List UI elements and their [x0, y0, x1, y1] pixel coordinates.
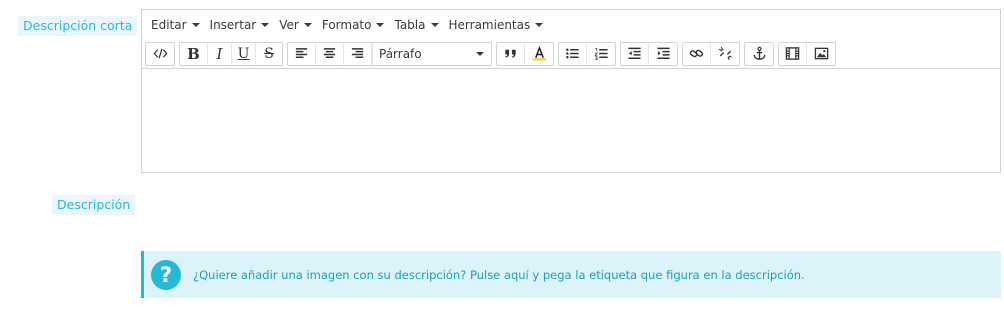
menu-herramientas[interactable]: Herramientas: [444, 14, 549, 36]
outdent-icon: [628, 47, 641, 59]
code-icon: [153, 48, 167, 59]
indent-group: [620, 41, 678, 66]
quote-icon: [505, 49, 516, 58]
italic-button[interactable]: I: [208, 42, 232, 65]
caret-down-icon: [476, 51, 484, 56]
unlink-icon: [718, 46, 732, 61]
image-icon: [814, 47, 828, 60]
align-right-button[interactable]: [344, 42, 372, 65]
short-description-editor: Editar Insertar Ver Formato Tabla Herram…: [141, 9, 1001, 173]
short-description-label: Descripción corta: [18, 16, 138, 36]
code-group: [145, 41, 175, 66]
add-image-link[interactable]: ¿Quiere añadir una imagen con su descrip…: [193, 268, 529, 282]
text-color-icon: [532, 46, 546, 61]
align-left-button[interactable]: [288, 42, 316, 65]
caret-down-icon: [191, 22, 200, 27]
menu-label: Insertar: [209, 17, 257, 32]
alert-rest-text: y pega la etiqueta que figura en la desc…: [528, 267, 805, 282]
text-color-button[interactable]: [525, 43, 553, 65]
menu-formato[interactable]: Formato: [317, 14, 390, 36]
insert-link-button[interactable]: [683, 42, 711, 65]
quote-color-group: [496, 41, 554, 66]
menu-label: Formato: [321, 17, 372, 32]
italic-icon: I: [216, 44, 223, 63]
format-select[interactable]: Párrafo: [372, 42, 491, 65]
text-style-group: B I U S: [179, 41, 283, 66]
format-select-value: Párrafo: [379, 46, 422, 61]
align-center-button[interactable]: [316, 42, 344, 65]
image-help-alert: ? ¿Quiere añadir una imagen con su descr…: [141, 251, 1001, 298]
remove-link-button[interactable]: [711, 43, 739, 65]
media-group: [778, 41, 836, 66]
bold-icon: B: [187, 44, 200, 63]
caret-down-icon: [261, 22, 270, 27]
numbered-list-button[interactable]: [587, 43, 615, 65]
anchor-group: [744, 41, 774, 66]
indent-icon: [656, 47, 670, 59]
anchor-button[interactable]: [745, 43, 773, 65]
bold-button[interactable]: B: [180, 42, 208, 65]
insert-video-button[interactable]: [779, 42, 807, 65]
align-format-group: Párrafo: [287, 41, 492, 66]
menu-label: Herramientas: [448, 17, 531, 32]
insert-image-button[interactable]: [807, 43, 835, 65]
list-group: [558, 41, 616, 66]
menu-insertar[interactable]: Insertar: [205, 14, 275, 36]
strikethrough-icon: S: [264, 45, 274, 62]
underline-icon: U: [237, 45, 250, 62]
menu-label: Editar: [151, 17, 187, 32]
caret-down-icon: [303, 22, 312, 27]
numbered-list-icon: [593, 47, 608, 60]
film-icon: [785, 47, 800, 60]
menu-ver[interactable]: Ver: [274, 14, 317, 36]
menu-tabla[interactable]: Tabla: [389, 14, 443, 36]
editor-toolbar: B I U S Párrafo: [142, 39, 1000, 69]
align-right-icon: [351, 48, 364, 58]
caret-down-icon: [430, 22, 439, 27]
bullet-list-button[interactable]: [559, 42, 587, 65]
outdent-button[interactable]: [621, 42, 649, 65]
menu-label: Ver: [279, 17, 299, 32]
short-description-content[interactable]: [142, 69, 1000, 172]
align-center-icon: [323, 48, 336, 58]
editor-menubar: Editar Insertar Ver Formato Tabla Herram…: [142, 10, 1000, 39]
bullet-list-icon: [566, 48, 579, 59]
question-icon: ?: [151, 259, 181, 290]
align-left-icon: [295, 48, 308, 58]
blockquote-button[interactable]: [497, 42, 525, 65]
strikethrough-button[interactable]: S: [256, 43, 282, 65]
link-group: [682, 41, 740, 66]
menu-editar[interactable]: Editar: [146, 14, 205, 36]
underline-button[interactable]: U: [232, 42, 256, 65]
anchor-icon: [753, 46, 765, 60]
menu-label: Tabla: [394, 17, 426, 32]
indent-button[interactable]: [649, 43, 677, 65]
alert-message: ¿Quiere añadir una imagen con su descrip…: [193, 268, 805, 282]
description-label: Descripción: [52, 195, 136, 215]
caret-down-icon: [376, 22, 385, 27]
caret-down-icon: [535, 22, 544, 27]
link-icon: [689, 49, 704, 58]
source-code-button[interactable]: [146, 43, 174, 65]
